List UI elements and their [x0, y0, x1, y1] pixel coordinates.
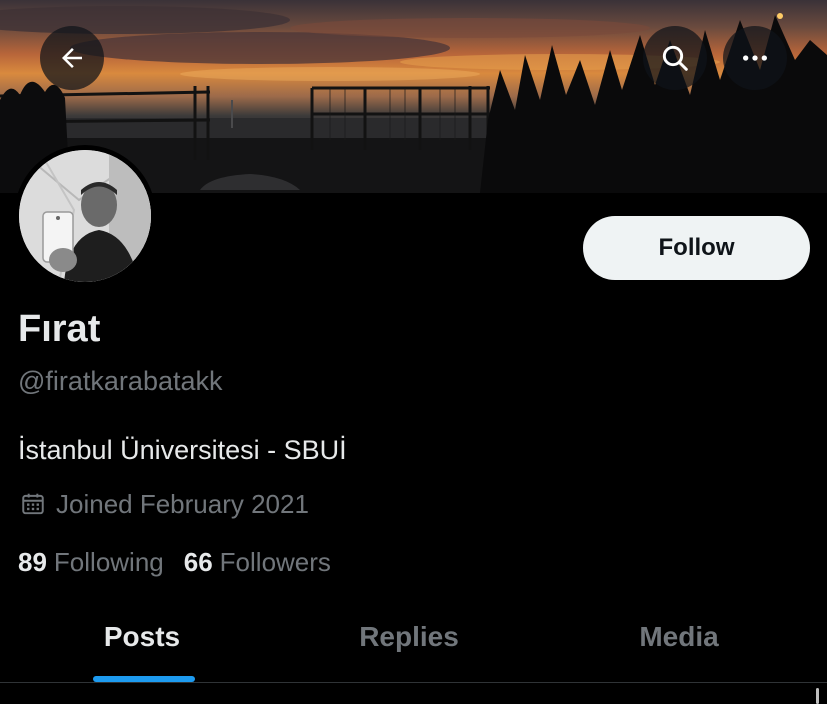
following-label: Following	[53, 546, 164, 577]
followers-count: 66	[183, 546, 213, 577]
tab-posts-label: Posts	[103, 621, 181, 652]
profile-display-name: Fırat	[18, 308, 101, 350]
joined-date-label: Joined February 2021	[56, 488, 309, 519]
profile-handle: @firatkarabatakk	[18, 366, 223, 396]
more-horizontal-icon	[743, 55, 767, 61]
profile-bio: İstanbul Üniversitesi - SBUİ	[18, 435, 347, 465]
back-button[interactable]	[40, 26, 104, 90]
arrow-left-icon	[62, 48, 82, 68]
tab-media[interactable]: Media	[559, 602, 799, 682]
follow-stats: 89 Following 66 Followers	[18, 545, 331, 579]
followers-link[interactable]: 66 Followers	[184, 547, 331, 578]
avatar[interactable]	[19, 150, 151, 282]
search-button[interactable]	[643, 26, 707, 90]
follow-button[interactable]: Follow	[583, 216, 810, 280]
tab-replies[interactable]: Replies	[289, 602, 529, 682]
following-link[interactable]: 89 Following	[18, 547, 164, 578]
joined-date: Joined February 2021	[20, 487, 309, 521]
search-icon	[662, 45, 688, 71]
profile-tabs: Posts Replies Media	[0, 602, 827, 682]
more-button[interactable]	[723, 26, 787, 90]
scrollbar[interactable]	[816, 688, 819, 704]
tab-media-label: Media	[639, 621, 719, 652]
followers-label: Followers	[219, 546, 331, 577]
avatar-image	[19, 150, 151, 282]
calendar-icon	[22, 493, 44, 515]
following-count: 89	[18, 546, 47, 577]
tab-posts[interactable]: Posts	[22, 602, 262, 682]
tabs-divider	[0, 682, 827, 683]
tab-replies-label: Replies	[359, 621, 459, 652]
